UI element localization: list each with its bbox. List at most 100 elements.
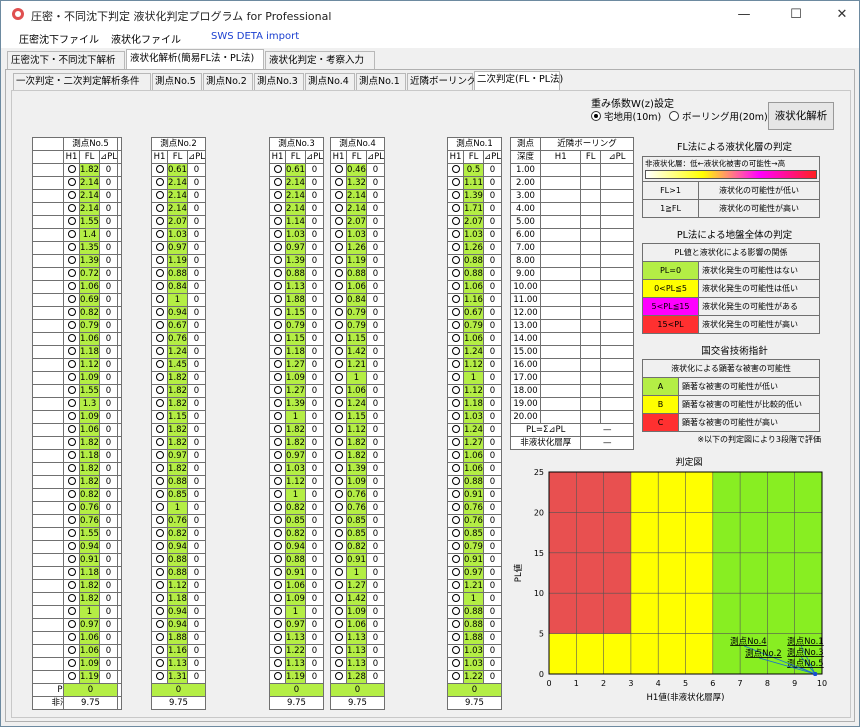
h1-cell xyxy=(62,657,81,671)
circle-icon xyxy=(451,282,460,290)
tab-boring[interactable]: 近隣ボーリング xyxy=(407,73,477,90)
h1-cell xyxy=(268,410,287,424)
tab-secondary-judgement[interactable]: 二次判定(FL・PL法) xyxy=(474,71,563,90)
circle-icon xyxy=(67,425,76,433)
circle-icon xyxy=(155,451,164,459)
circle-icon xyxy=(155,490,164,498)
fl-cell: 1.28 xyxy=(346,670,367,684)
h1-cell xyxy=(329,566,348,580)
dpl-cell: 0 xyxy=(482,332,503,346)
h1-cell xyxy=(150,228,169,242)
menu-consolidation-file[interactable]: 圧密沈下ファイル xyxy=(19,31,99,46)
tab-conditions[interactable]: 一次判定・二次判定解析条件 xyxy=(13,73,151,90)
fl-cell: 0.88 xyxy=(346,267,367,281)
fl-cell: 1.06 xyxy=(79,644,100,658)
fl-cell: 1.42 xyxy=(346,345,367,359)
dpl-cell: 0 xyxy=(186,488,207,502)
fl-cell: 1.06 xyxy=(79,280,100,294)
h1-cell xyxy=(446,475,465,489)
fl-cell: 0.94 xyxy=(167,618,188,632)
col-fl-header: FL xyxy=(346,150,367,164)
fl-cell: 1.11 xyxy=(463,176,484,190)
radio-boring[interactable]: ボーリング用(20m) xyxy=(669,109,768,123)
fl-cell: 1.55 xyxy=(79,215,100,229)
close-icon[interactable]: ✕ xyxy=(819,1,860,28)
col-dpl-header: ⊿PL xyxy=(98,150,119,164)
tab-point-1[interactable]: 測点No.1 xyxy=(356,73,406,90)
radio-residential[interactable]: 宅地用(10m) xyxy=(591,109,661,123)
dpl-cell: 0 xyxy=(304,449,325,463)
fl-cell: 1.09 xyxy=(346,605,367,619)
h1-cell xyxy=(150,670,169,684)
fl-cell: 1.22 xyxy=(463,670,484,684)
boring-dpl-cell xyxy=(599,267,635,281)
circle-icon xyxy=(334,594,343,602)
dpl-cell: 0 xyxy=(186,410,207,424)
dpl-cell: 0 xyxy=(482,176,503,190)
menu-liquefaction-file[interactable]: 液状化ファイル xyxy=(111,31,181,46)
circle-icon xyxy=(273,581,282,589)
fl-cell: 2.07 xyxy=(346,215,367,229)
fl-cell: 1.12 xyxy=(79,358,100,372)
h1-cell xyxy=(150,267,169,281)
point-table: 測点No.2 H1 FL ⊿PL 0.61 0 2.14 0 2.14 0 2.14 0 2.07 0 1.… xyxy=(150,137,207,710)
pl-legend-key: 15<PL xyxy=(642,315,699,334)
h1-cell xyxy=(150,566,169,580)
fl-cell: 1.88 xyxy=(167,631,188,645)
circle-icon xyxy=(451,490,460,498)
tab-point-2[interactable]: 測点No.2 xyxy=(203,73,253,90)
h1-cell xyxy=(150,540,169,554)
dpl-cell: 0 xyxy=(482,306,503,320)
dpl-cell: 0 xyxy=(186,657,207,671)
h1-cell xyxy=(446,449,465,463)
pl-sum-value: 0 xyxy=(447,683,502,697)
boring-fl-cell xyxy=(580,254,601,268)
tab-consolidation[interactable]: 圧密沈下・不同沈下解析 xyxy=(7,51,125,69)
pl-sum-value: 0 xyxy=(330,683,385,697)
h1-cell xyxy=(150,176,169,190)
fl-cell: 0.76 xyxy=(463,501,484,515)
boring-h1-cell xyxy=(539,267,582,281)
dpl-cell: 0 xyxy=(304,345,325,359)
y-axis-label: PL値 xyxy=(513,563,524,582)
boring-fl-cell xyxy=(580,176,601,190)
mlit-legend-text: 顕著な被害の可能性が高い xyxy=(678,413,820,432)
h1-cell xyxy=(268,371,287,385)
fl-cell: 1 xyxy=(346,566,367,580)
circle-icon xyxy=(155,659,164,667)
tab-point-3[interactable]: 測点No.3 xyxy=(254,73,304,90)
fl-cell: 1.31 xyxy=(167,670,188,684)
circle-icon xyxy=(451,269,460,277)
fl-cell: 1.32 xyxy=(346,176,367,190)
fl-row-text: 液状化の可能性が高い xyxy=(698,199,820,218)
tab-point-5[interactable]: 測点No.5 xyxy=(152,73,202,90)
tab-point-4[interactable]: 測点No.4 xyxy=(305,73,355,90)
fl-cell: 1.06 xyxy=(463,449,484,463)
circle-icon xyxy=(451,516,460,524)
h1-cell xyxy=(268,241,287,255)
boring-nonliq-value: — xyxy=(580,436,634,450)
tab-liquefaction-judgement[interactable]: 液状化判定・考察入力 xyxy=(265,51,375,69)
liquefaction-analysis-button[interactable]: 液状化解析 xyxy=(768,102,834,130)
nonliq-value: 9.75 xyxy=(269,696,324,710)
dpl-cell: 0 xyxy=(365,215,386,229)
circle-icon xyxy=(273,256,282,264)
h1-cell xyxy=(268,397,287,411)
maximize-icon[interactable]: ☐ xyxy=(773,1,819,28)
boring-fl-cell xyxy=(580,202,601,216)
col-fl-header: FL xyxy=(463,150,484,164)
tab-liquefaction-analysis[interactable]: 液状化解析(簡易FL法・PL法) xyxy=(126,49,264,70)
minimize-icon[interactable]: — xyxy=(721,1,767,28)
fl-cell: 0.88 xyxy=(285,553,306,567)
dpl-cell: 0 xyxy=(186,228,207,242)
fl-cell: 1.24 xyxy=(167,345,188,359)
fl-cell: 1.13 xyxy=(285,631,306,645)
dpl-cell: 0 xyxy=(186,254,207,268)
dpl-cell: 0 xyxy=(304,514,325,528)
circle-icon xyxy=(273,217,282,225)
fl-cell: 0.79 xyxy=(346,306,367,320)
boring-h1-cell xyxy=(539,189,582,203)
menu-sws-import[interactable]: SWS DETA import xyxy=(211,31,299,42)
circle-icon xyxy=(334,373,343,381)
fl-cell: 1.82 xyxy=(79,475,100,489)
